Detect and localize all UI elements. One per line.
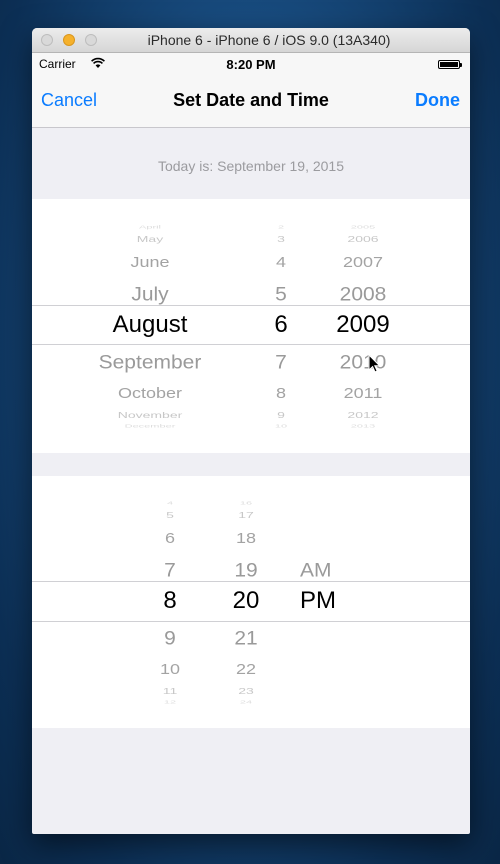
mouse-pointer-icon <box>368 354 381 373</box>
minute-option[interactable]: 17 <box>146 511 346 520</box>
year-option[interactable]: 2010 <box>263 352 463 372</box>
period-option[interactable]: AM <box>300 560 332 580</box>
year-option[interactable]: 2013 <box>263 423 463 429</box>
time-picker[interactable]: 4 5 6 7 8 9 10 11 12 16 17 18 19 20 21 22 23 24 AM PM <box>32 476 470 728</box>
status-time: 8:20 PM <box>226 57 276 72</box>
today-label: Today is: September 19, 2015 <box>157 158 344 174</box>
picker-selection-bottom-line <box>32 344 470 345</box>
picker-selection-top-line <box>32 305 470 306</box>
year-option[interactable]: 2006 <box>263 235 463 244</box>
year-option[interactable]: 2007 <box>263 255 463 270</box>
window-title: iPhone 6 - iPhone 6 / iOS 9.0 (13A340) <box>147 32 391 48</box>
year-option[interactable]: 2008 <box>263 284 463 304</box>
year-option[interactable]: 2005 <box>263 224 463 230</box>
page-title: Set Date and Time <box>173 90 329 110</box>
picker-selection-bottom-line <box>32 621 470 622</box>
year-option[interactable]: 2011 <box>263 386 463 401</box>
battery-icon <box>438 60 462 69</box>
minute-option[interactable]: 21 <box>146 628 346 648</box>
minute-option[interactable]: 23 <box>146 687 346 696</box>
minute-option[interactable]: 24 <box>146 699 346 705</box>
minute-option[interactable]: 22 <box>146 662 346 677</box>
minute-option[interactable]: 16 <box>146 500 346 506</box>
done-button[interactable]: Done <box>415 90 460 111</box>
year-option-selected[interactable]: 2009 <box>263 313 463 337</box>
minute-option[interactable]: 18 <box>146 531 346 546</box>
ios-status-bar: Carrier 8:20 PM <box>32 53 470 75</box>
date-picker[interactable]: April May June July August September October No… <box>32 199 470 453</box>
period-option-selected[interactable]: PM <box>300 589 336 613</box>
navigation-bar: Cancel Set Date and Time Done <box>32 75 470 128</box>
year-option[interactable]: 2012 <box>263 411 463 420</box>
simulator-window: iPhone 6 - iPhone 6 / iOS 9.0 (13A340) C… <box>32 28 470 834</box>
window-titlebar[interactable]: iPhone 6 - iPhone 6 / iOS 9.0 (13A340) <box>32 28 470 53</box>
